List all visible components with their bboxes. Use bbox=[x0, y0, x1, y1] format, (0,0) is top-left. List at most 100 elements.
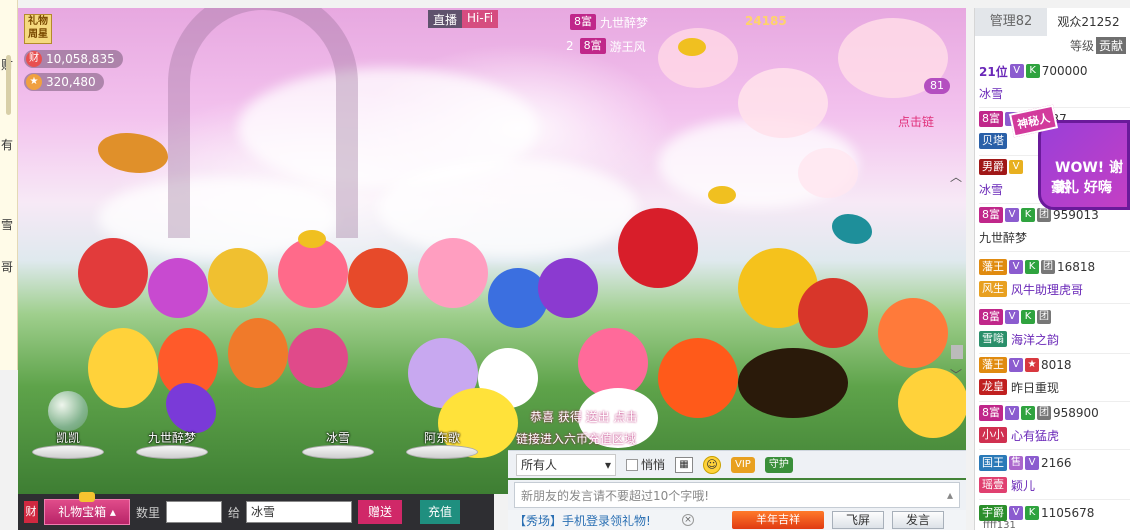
chevron-up-icon: ▴ bbox=[946, 488, 953, 502]
level-badge: 藩王 bbox=[979, 357, 1007, 373]
left-scrollbar[interactable] bbox=[6, 55, 11, 115]
recipient-value: 冰雪 bbox=[251, 505, 276, 519]
fan-tag: 龙皇 bbox=[979, 379, 1007, 395]
guard-emote-button[interactable]: 守护 bbox=[764, 456, 793, 473]
bee-icon bbox=[298, 230, 326, 248]
private-chat-checkbox[interactable]: 悄悄 bbox=[626, 456, 665, 473]
level-badge: 8富 bbox=[979, 405, 1003, 421]
wealth-tab[interactable]: 财 bbox=[24, 501, 38, 523]
sort-level[interactable]: 等级 bbox=[1070, 37, 1094, 54]
user-id: 958900 bbox=[1053, 406, 1099, 420]
recharge-marquee[interactable]: 链接进入六币充值区域 bbox=[516, 430, 636, 447]
seat-3[interactable]: 冰雪 bbox=[296, 425, 380, 459]
gift-box-label: 礼物宝箱 bbox=[58, 505, 107, 519]
chevron-down-icon[interactable]: ﹀ bbox=[950, 366, 962, 383]
rank-pos: 2 bbox=[566, 39, 574, 53]
user-name: 九世醉梦 bbox=[979, 230, 1028, 245]
audience-item[interactable]: 国王 售 V 2166 瑶壹 颖儿 bbox=[979, 452, 1130, 500]
vip-icon: V bbox=[1005, 310, 1019, 324]
recharge-button[interactable]: 充值 bbox=[420, 500, 461, 524]
live-label[interactable]: 直播 bbox=[428, 10, 463, 28]
tab-manage[interactable]: 管理82 bbox=[975, 8, 1047, 36]
gift-marquee[interactable]: 恭喜 获得 送出 点击 bbox=[530, 408, 950, 425]
unread-count-badge[interactable]: 81 bbox=[924, 78, 950, 94]
chevron-down-icon: ▾ bbox=[604, 457, 611, 472]
wealth-value: 10,058,835 bbox=[46, 52, 115, 66]
chat-target-select[interactable]: 所有人 ▾ bbox=[516, 453, 616, 476]
quantity-input[interactable] bbox=[166, 501, 223, 523]
gift-box-button[interactable]: 礼物宝箱 ▴ bbox=[44, 492, 130, 525]
fan-tag: 小小 bbox=[979, 427, 1007, 443]
level-badge: 国王 bbox=[979, 455, 1007, 471]
send-gift-button[interactable]: 赠送 bbox=[358, 500, 403, 524]
seat-name: 凯凯 bbox=[55, 431, 80, 445]
gift-bow-icon bbox=[79, 492, 95, 502]
level-badge: 藩王 bbox=[979, 259, 1007, 275]
footer-user: ffff131 bbox=[983, 520, 1016, 530]
user-name: 颖儿 bbox=[1011, 478, 1036, 493]
recipient-input[interactable]: 冰雪 bbox=[246, 501, 353, 523]
vip-emote-button[interactable]: VIP bbox=[731, 456, 755, 473]
level-badge: 8富 bbox=[979, 111, 1003, 127]
seat-name: 阿东歌 bbox=[423, 431, 460, 445]
user-id: 16818 bbox=[1057, 260, 1096, 274]
user-name: 冰雪 bbox=[979, 182, 1004, 197]
close-icon[interactable]: × bbox=[682, 514, 694, 526]
rank-position: 21位 bbox=[979, 64, 1008, 79]
chat-bottom-bar: 【秀场】手机登录领礼物! × 羊年吉祥 飞屏 发言 bbox=[508, 510, 966, 530]
k-icon: K bbox=[1021, 310, 1035, 324]
k-icon: K bbox=[1021, 406, 1035, 420]
promo-link[interactable]: 【秀场】手机登录领礼物! bbox=[514, 512, 674, 529]
rank-name: 游王风 bbox=[609, 39, 646, 54]
wealth-icon: 财 bbox=[26, 51, 42, 67]
gift-thanks-popup[interactable]: 神秘人 WOW! 谢谢 豪礼 好嗨 bbox=[1008, 104, 1130, 210]
private-chat-label: 悄悄 bbox=[641, 458, 666, 472]
audience-item[interactable]: 藩王 V ★ 8018 龙皇 昨日重现 bbox=[979, 354, 1130, 402]
seat-4[interactable]: 阿东歌 bbox=[400, 425, 484, 459]
vip-icon: V bbox=[1009, 260, 1023, 274]
rank-score: 24185 bbox=[745, 14, 787, 28]
seat-2[interactable]: 九世醉梦 bbox=[130, 425, 214, 459]
chat-toolbar: 所有人 ▾ 悄悄 ▦ ☺ VIP 守护 bbox=[508, 450, 966, 478]
sort-contribution[interactable]: 贡献 bbox=[1095, 37, 1126, 54]
fly-screen-button[interactable]: 飞屏 bbox=[832, 511, 884, 529]
announcement-link[interactable]: 点击链 bbox=[898, 113, 934, 130]
live-quality-tags: 直播 Hi-Fi bbox=[428, 10, 499, 28]
tab-audience[interactable]: 观众21252 bbox=[1047, 8, 1130, 36]
user-id: 700000 bbox=[1041, 64, 1088, 78]
chat-input[interactable]: 新朋友的发言请不要超过10个字哦! ▴ bbox=[514, 482, 960, 508]
audience-item[interactable]: 21位 V K 700000 冰雪 bbox=[979, 60, 1130, 108]
sidebar-footer: ffff131 bbox=[975, 520, 1130, 530]
audience-item[interactable]: 宇爵 V K 1105678 bbox=[979, 502, 1130, 522]
vip-icon: V bbox=[1009, 358, 1023, 372]
rank-row[interactable]: 2 8富 游王风 bbox=[510, 34, 820, 58]
audience-item[interactable]: 8富 V K 团 雪嗡 海洋之韵 bbox=[979, 306, 1130, 354]
user-id: 8018 bbox=[1041, 358, 1072, 372]
audience-item[interactable]: 8富 V K 团 959013 九世醉梦 bbox=[979, 204, 1130, 252]
rank-level-badge: 8富 bbox=[579, 38, 606, 54]
fan-tag: 瑶壹 bbox=[979, 477, 1007, 493]
fans-stat: ★ 320,480 bbox=[24, 73, 104, 91]
audience-sidebar: 管理82 观众21252 等级 贡献 21位 V K 700000 冰雪 8富 … bbox=[974, 8, 1130, 530]
audience-item[interactable]: 8富 V K 团 958900 小小 心有猛虎 bbox=[979, 402, 1130, 450]
new-year-gift-button[interactable]: 羊年吉祥 bbox=[732, 511, 824, 529]
image-icon[interactable]: ▦ bbox=[675, 456, 694, 473]
chevron-up-icon[interactable]: ︿ bbox=[950, 168, 962, 185]
user-name: 海洋之韵 bbox=[1011, 332, 1060, 347]
gift-star-badge[interactable]: 礼物周星 bbox=[24, 14, 52, 44]
k-icon: K bbox=[1021, 208, 1035, 222]
fan-icon: 团 bbox=[1037, 208, 1051, 222]
vip-icon: V bbox=[1005, 208, 1019, 222]
audience-item[interactable]: 藩王 V K 团 16818 风生 风牛助理虎哥 bbox=[979, 256, 1130, 304]
seat-1[interactable]: 凯凯 bbox=[26, 391, 110, 459]
send-message-button[interactable]: 发言 bbox=[892, 511, 944, 529]
emoji-icon[interactable]: ☺ bbox=[703, 455, 722, 474]
crown-icon: V bbox=[1009, 160, 1023, 174]
hifi-label[interactable]: Hi-Fi bbox=[462, 10, 499, 28]
rank-level-badge: 8富 bbox=[570, 14, 596, 30]
popup-line-2: 豪礼 好嗨 bbox=[1051, 180, 1112, 196]
fans-icon: ★ bbox=[26, 74, 42, 90]
left-panel-fragment: 财 有 雪 哥 bbox=[0, 0, 18, 370]
user-name: 风牛助理虎哥 bbox=[1011, 282, 1084, 297]
chat-scroll-thumb[interactable] bbox=[951, 345, 963, 359]
